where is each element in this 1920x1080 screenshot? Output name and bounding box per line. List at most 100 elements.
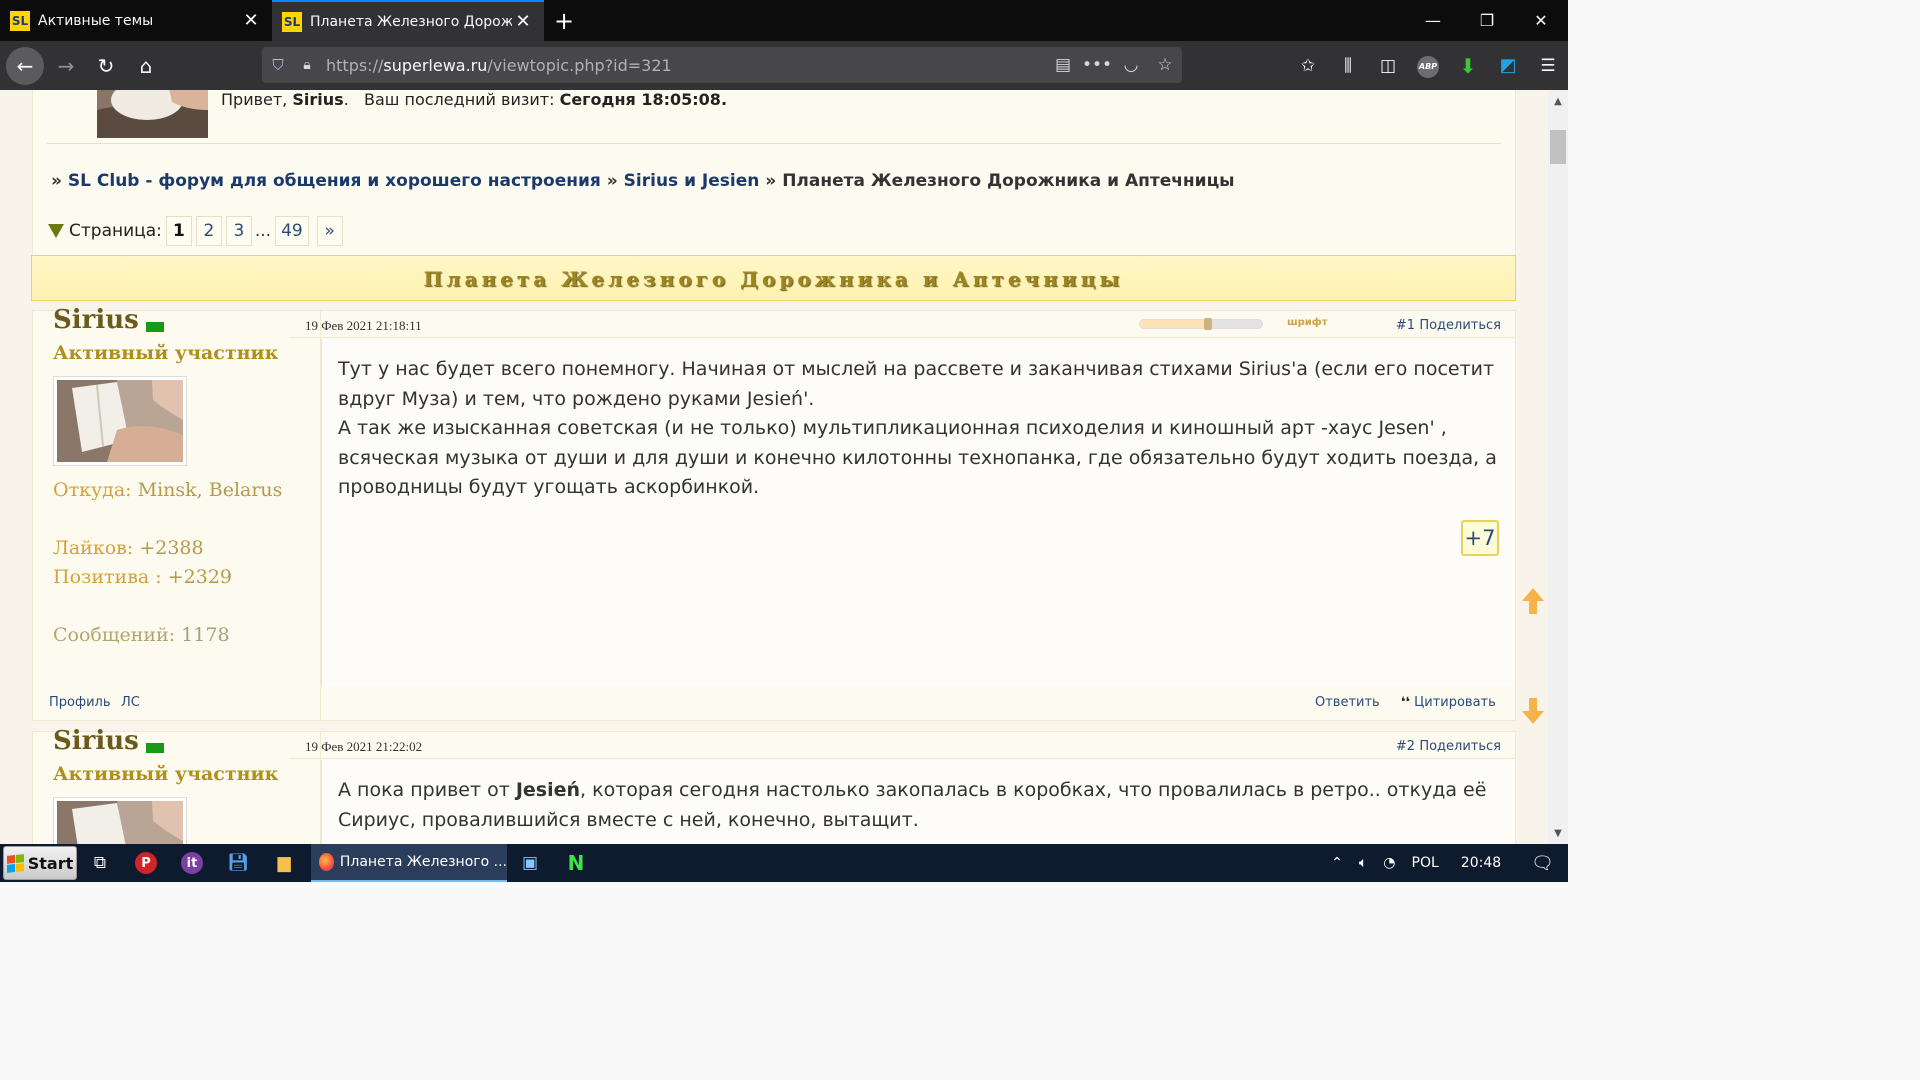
post-text: Тут у нас будет всего понемногу. Начиная… [338,355,1498,503]
share-link[interactable]: Поделиться [1419,318,1501,333]
task-view-icon[interactable]: ⧉ [77,844,123,882]
quote-link[interactable]: ❛❛ Цитировать [1401,695,1496,710]
download-icon[interactable]: ⬇ [1448,54,1488,78]
extension-icon[interactable]: ◩ [1488,55,1528,76]
lock-icon[interactable]: 🔒︎ [294,57,320,73]
back-arrow-icon[interactable]: ← [6,46,44,85]
sidebar-icon[interactable]: ◫ [1368,56,1408,76]
monitor-app-icon[interactable]: ▣ [507,844,553,882]
author-avatar[interactable] [53,797,187,844]
url-text[interactable]: https://superlewa.ru/viewtopic.php?id=32… [320,56,1046,75]
post-number-link[interactable]: #1 [1396,318,1415,333]
profile-link[interactable]: Профиль [49,695,111,710]
tray-expand-icon[interactable]: ⌃ [1323,855,1351,871]
post-meta-bar: 19 Фев 2021 21:18:11 шрифт #1 Поделиться [289,311,1515,338]
notifications-icon[interactable]: 🗨︎ [1523,853,1562,874]
bookmarks-star-icon[interactable]: ✩ [1288,56,1328,76]
last-visit: Сегодня 18:05:08. [559,90,728,109]
author-avatar[interactable] [53,376,187,466]
reload-icon[interactable]: ↻ [86,48,126,84]
scrollbar-thumb[interactable] [1550,130,1566,164]
language-indicator[interactable]: POL [1404,855,1447,871]
breadcrumb-section-link[interactable]: Sirius и Jesien [624,171,760,191]
next-page[interactable]: » [316,216,343,246]
save-disk-icon[interactable]: 💾︎ [215,844,261,882]
username[interactable]: Sirius [292,90,343,109]
post-author-name[interactable]: Sirius [53,726,139,756]
new-tab-icon[interactable]: + [544,0,584,41]
page-scrollbar[interactable]: ▲ ▼ [1548,90,1568,844]
scrollbar-up-icon[interactable]: ▲ [1548,92,1568,112]
post-author-name[interactable]: Sirius [53,305,139,335]
author-positive: Позитива : +2329 [53,566,233,588]
tab-bar: SL Активные темы ✕ SL Планета Железного … [0,0,1568,41]
clock[interactable]: 20:48 [1447,855,1523,871]
divider [47,143,1501,144]
menu-icon[interactable]: ☰ [1528,56,1568,76]
url-scheme: https:// [326,55,384,75]
site-favicon-icon: SL [10,10,30,31]
author-location: Откуда: Minsk, Belarus [53,479,283,501]
post-author-column [33,311,321,720]
post-paragraph: Тут у нас будет всего понемногу. Начиная… [338,358,1495,410]
tracking-shield-icon[interactable]: ⛉ [262,56,294,74]
close-tab-icon[interactable]: ✕ [240,10,262,31]
file-explorer-icon[interactable]: ▆ [261,844,307,882]
windows-logo-icon [6,853,24,873]
tab-title: Активные темы [38,12,154,29]
start-button[interactable]: Start [3,846,77,880]
page-viewport: Привет, Sirius. Ваш последний визит: Сег… [0,90,1548,844]
adblock-icon[interactable]: ABP [1408,54,1448,78]
tab-active-topics[interactable]: SL Активные темы ✕ [0,0,272,41]
pagination-label: Страница: [69,221,162,241]
url-path: /viewtopic.php?id=321 [487,55,672,75]
page-3[interactable]: 3 [225,216,252,246]
app-it-icon[interactable]: it [169,844,215,882]
share-link[interactable]: Поделиться [1419,739,1501,754]
like-counter-button[interactable]: +7 [1461,520,1499,556]
post-date[interactable]: 19 Фев 2021 21:22:02 [305,739,422,755]
post-footer: Профиль ЛС Ответить ❛❛ Цитировать [33,686,1515,720]
library-icon[interactable]: ⫼ [1328,56,1368,76]
page-last[interactable]: 49 [275,216,309,246]
taskbar-firefox-task[interactable]: Планета Железного ... [311,844,507,882]
toolbar-icons: ✩ ⫼ ◫ ABP ⬇ ◩ ☰ [1288,41,1568,90]
volume-icon[interactable]: 🔈︎ [1351,855,1375,871]
scroll-down-arrow-icon[interactable] [1520,696,1546,726]
scrollbar-down-icon[interactable]: ▼ [1548,824,1568,844]
restore-icon[interactable]: ❐ [1460,0,1514,41]
collapse-triangle-icon[interactable] [48,224,64,238]
close-window-icon[interactable]: ✕ [1514,0,1568,41]
post-text: А пока привет от Jesień, которая сегодня… [338,776,1498,835]
scroll-up-arrow-icon[interactable] [1520,586,1546,616]
font-size-slider[interactable] [1139,318,1263,330]
post-content: А пока привет от Jesień, которая сегодня… [321,760,1515,844]
breadcrumb: » SL Club - форум для общения и хорошего… [51,171,1235,191]
slider-handle[interactable] [1204,318,1212,330]
reply-link[interactable]: Ответить [1315,695,1380,710]
pocket-icon[interactable]: ◡ [1114,55,1148,75]
user-avatar[interactable] [97,90,208,138]
forward-arrow-icon[interactable]: → [46,48,86,84]
reader-view-icon[interactable]: ▤ [1046,55,1080,75]
post-paragraph: А пока привет от Jesień, которая сегодня… [338,779,1487,831]
mention: Jesień [515,779,581,801]
close-tab-icon[interactable]: ✕ [512,11,534,32]
app-n-icon[interactable]: N [553,844,599,882]
navigation-toolbar: ← → ↻ ⌂ ⛉ 🔒︎ https://superlewa.ru/viewto… [0,41,1568,90]
post-number-link[interactable]: #2 [1396,739,1415,754]
breadcrumb-forum-link[interactable]: SL Club - форум для общения и хорошего н… [68,171,601,191]
network-icon[interactable]: ◔ [1375,855,1403,871]
tab-current-topic[interactable]: SL Планета Железного Дорожни ✕ [272,0,544,41]
bookmark-star-icon[interactable]: ☆ [1148,55,1182,75]
window-controls: — ❐ ✕ [1406,0,1568,41]
post-meta-bar: 19 Фев 2021 21:22:02 #2 Поделиться [289,732,1515,759]
post-date[interactable]: 19 Фев 2021 21:18:11 [305,318,422,334]
address-bar[interactable]: ⛉ 🔒︎ https://superlewa.ru/viewtopic.php?… [262,47,1182,83]
page-actions-icon[interactable]: ••• [1080,55,1114,75]
page-2[interactable]: 2 [195,216,222,246]
home-icon[interactable]: ⌂ [126,48,166,84]
minimize-icon[interactable]: — [1406,0,1460,41]
app-p-icon[interactable]: P [123,844,169,882]
private-message-link[interactable]: ЛС [121,695,140,710]
